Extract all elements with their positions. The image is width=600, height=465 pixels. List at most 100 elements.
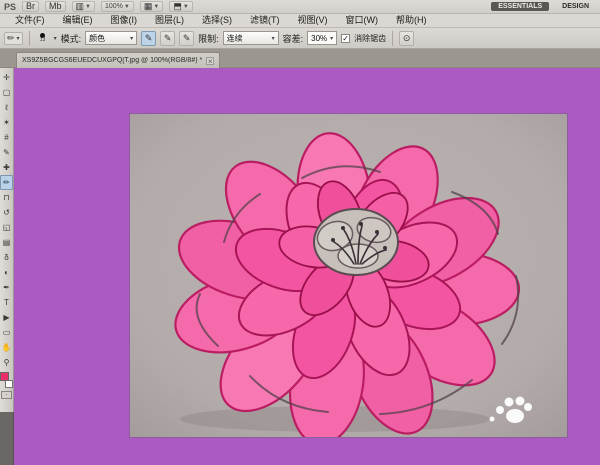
- limits-value: 连续: [227, 33, 243, 44]
- healing-brush-tool[interactable]: ✚: [0, 160, 13, 175]
- blur-icon: δ: [4, 253, 8, 262]
- tools-panel-footer: [0, 412, 14, 465]
- zoom-tool[interactable]: ⚲: [0, 355, 13, 370]
- bridge-button[interactable]: Br: [22, 1, 39, 12]
- antialias-label: 消除锯齿: [354, 33, 386, 44]
- limits-label: 限制:: [198, 32, 219, 45]
- active-tool-icon: ✏: [7, 34, 15, 43]
- marquee-tool[interactable]: ▢: [0, 85, 13, 100]
- document-tab-strip: XS9Z5BGCGS6EUEDCUXGPQ[T.jpg @ 100%(RGB/8…: [0, 49, 600, 68]
- gradient-icon: ▤: [3, 238, 11, 247]
- zoom-level-value: 100%: [105, 3, 123, 10]
- lasso-icon: ℓ: [5, 103, 8, 112]
- workspace-design-button[interactable]: DESIGN: [555, 2, 596, 11]
- application-bar: PS Br Mb ▥ ▼ 100% ▼ ▦ ▼ ⬒ ▼ ESSENTIALS D…: [0, 0, 600, 14]
- mode-value: 颜色: [89, 33, 105, 44]
- menu-select[interactable]: 选择(S): [193, 14, 241, 27]
- menu-file[interactable]: 文件(F): [6, 14, 54, 27]
- menu-window[interactable]: 窗口(W): [337, 14, 388, 27]
- type-tool[interactable]: T: [0, 295, 13, 310]
- eyedropper-icon: ✎: [3, 148, 10, 157]
- hand-tool[interactable]: ✋: [0, 340, 13, 355]
- shape-tool[interactable]: ▭: [0, 325, 13, 340]
- eraser-tool[interactable]: ◱: [0, 220, 13, 235]
- bridge-icon: Br: [26, 2, 35, 11]
- chevron-down-icon: ▼: [153, 4, 159, 10]
- tolerance-label: 容差:: [283, 32, 304, 45]
- quick-mask-button[interactable]: ◦: [1, 391, 12, 399]
- pen-tool[interactable]: ✒: [0, 280, 13, 295]
- workspace-essentials-button[interactable]: ESSENTIALS: [491, 2, 549, 11]
- brush-preset-picker[interactable]: 13: [36, 33, 50, 43]
- crop-icon: #: [4, 133, 8, 142]
- foreground-color-swatch[interactable]: [0, 372, 9, 381]
- history-brush-tool[interactable]: ↺: [0, 205, 13, 220]
- path-selection-icon: ▶: [3, 313, 9, 322]
- crop-tool[interactable]: #: [0, 130, 13, 145]
- clone-stamp-tool[interactable]: ⊓: [0, 190, 13, 205]
- close-icon[interactable]: ×: [206, 57, 214, 65]
- mini-bridge-icon: Mb: [49, 2, 62, 11]
- chevron-down-icon: ▼: [124, 4, 130, 10]
- sampling-once-button[interactable]: ✎: [160, 31, 175, 46]
- sampling-background-swatch-button[interactable]: ✎: [179, 31, 194, 46]
- history-brush-icon: ↺: [3, 208, 10, 217]
- mode-select[interactable]: 颜色 ▾: [85, 31, 137, 45]
- move-tool[interactable]: ✛: [0, 70, 13, 85]
- dodge-icon: ◐: [4, 268, 9, 277]
- brush-size-value: 13: [40, 38, 46, 43]
- menu-bar: 文件(F) 编辑(E) 图像(I) 图层(L) 选择(S) 滤镜(T) 视图(V…: [0, 14, 600, 28]
- chevron-down-icon: ▾: [54, 35, 57, 42]
- color-replacement-brush-tool[interactable]: ✏: [0, 175, 13, 190]
- path-selection-tool[interactable]: ▶: [0, 310, 13, 325]
- menu-view[interactable]: 视图(V): [289, 14, 337, 27]
- workspace-background: [14, 68, 600, 465]
- eyedropper-tool[interactable]: ✎: [0, 145, 13, 160]
- tolerance-input[interactable]: 30% ▾: [307, 31, 337, 45]
- tool-preset-picker[interactable]: ✏ ▾: [4, 32, 23, 45]
- arrange-documents-button[interactable]: ▦ ▼: [140, 1, 163, 12]
- zoom-icon: ⚲: [4, 358, 10, 367]
- lasso-tool[interactable]: ℓ: [0, 100, 13, 115]
- quick-selection-icon: ✶: [3, 118, 10, 127]
- menu-image[interactable]: 图像(I): [102, 14, 147, 27]
- view-extras-icon: ▥: [76, 2, 85, 11]
- mode-label: 模式:: [61, 32, 82, 45]
- flower-artwork: [130, 114, 567, 437]
- move-icon: ✛: [3, 73, 10, 82]
- zoom-level-dropdown[interactable]: 100% ▼: [101, 1, 134, 12]
- limits-select[interactable]: 连续 ▾: [223, 31, 279, 45]
- chevron-down-icon: ▾: [330, 35, 333, 42]
- sampling-continuous-button[interactable]: ✎: [141, 31, 156, 46]
- clone-stamp-icon: ⊓: [3, 193, 9, 202]
- photoshop-window: { "app": { "logo": "PS", "zoom_level": "…: [0, 0, 600, 465]
- pen-icon: ✒: [3, 283, 10, 292]
- eyedropper-once-icon: ✎: [164, 34, 172, 43]
- chevron-down-icon: ▼: [183, 4, 189, 10]
- type-icon: T: [4, 298, 9, 307]
- background-color-swatch[interactable]: [5, 380, 13, 388]
- document-canvas[interactable]: [130, 114, 567, 437]
- menu-filter[interactable]: 滤镜(T): [241, 14, 289, 27]
- view-extras-button[interactable]: ▥ ▼: [72, 1, 95, 12]
- dodge-tool[interactable]: ◐: [0, 265, 13, 280]
- blur-tool[interactable]: δ: [0, 250, 13, 265]
- tablet-pressure-icon: ⊙: [403, 34, 411, 43]
- quick-selection-tool[interactable]: ✶: [0, 115, 13, 130]
- antialias-checkbox[interactable]: ✓: [341, 34, 350, 43]
- chevron-down-icon: ▾: [17, 35, 20, 42]
- menu-edit[interactable]: 编辑(E): [54, 14, 102, 27]
- photoshop-logo: PS: [4, 2, 16, 12]
- menu-help[interactable]: 帮助(H): [387, 14, 436, 27]
- mini-bridge-button[interactable]: Mb: [45, 1, 66, 12]
- shape-icon: ▭: [3, 328, 11, 337]
- tablet-pressure-button[interactable]: ⊙: [399, 31, 414, 46]
- document-tab[interactable]: XS9Z5BGCGS6EUEDCUXGPQ[T.jpg @ 100%(RGB/8…: [16, 52, 220, 68]
- eyedropper-swatch-icon: ✎: [183, 34, 191, 43]
- screen-mode-button[interactable]: ⬒ ▼: [169, 1, 192, 12]
- document-title: XS9Z5BGCGS6EUEDCUXGPQ[T.jpg @ 100%(RGB/8…: [22, 57, 202, 64]
- eraser-icon: ◱: [3, 223, 11, 232]
- gradient-tool[interactable]: ▤: [0, 235, 13, 250]
- menu-layer[interactable]: 图层(L): [146, 14, 193, 27]
- hand-icon: ✋: [2, 343, 12, 352]
